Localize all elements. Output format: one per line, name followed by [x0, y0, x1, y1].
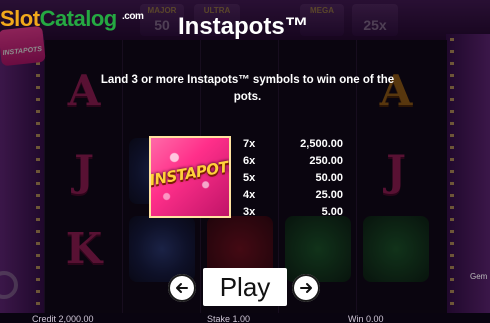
paytable-row: 3x 5.00 [243, 206, 343, 218]
game-screen: MAJOR 50 ULTRA MEGA 25x A J K A J INSTAP… [0, 0, 490, 323]
previous-page-button[interactable] [168, 274, 196, 302]
paytable-row: 5x 50.00 [243, 172, 343, 184]
status-bar: Credit 2,000.00 Stake 1.00 Win 0.00 [0, 313, 490, 323]
win-display: Win 0.00 [348, 314, 384, 323]
arrow-left-icon [176, 283, 188, 293]
arrow-right-icon [300, 283, 312, 293]
side-label: Gem [470, 272, 488, 281]
help-description: Land 3 or more Instapots™ symbols to win… [100, 74, 395, 103]
next-page-button[interactable] [292, 274, 320, 302]
brand-logo: SlotCatalog .com [0, 6, 144, 31]
instapots-symbol-icon: INSTAPOTS [149, 136, 231, 218]
paytable-row: 7x 2,500.00 [243, 138, 343, 150]
paytable: 7x 2,500.00 6x 250.00 5x 50.00 4x 25.00 … [243, 136, 343, 221]
stake-display: Stake 1.00 [207, 314, 251, 323]
play-button[interactable]: Play [203, 268, 287, 306]
paytable-row: 6x 250.00 [243, 155, 343, 167]
credit-display: Credit 2,000.00 [32, 314, 94, 323]
page-title: Instapots™ [178, 13, 309, 40]
paytable-row: 4x 25.00 [243, 189, 343, 201]
